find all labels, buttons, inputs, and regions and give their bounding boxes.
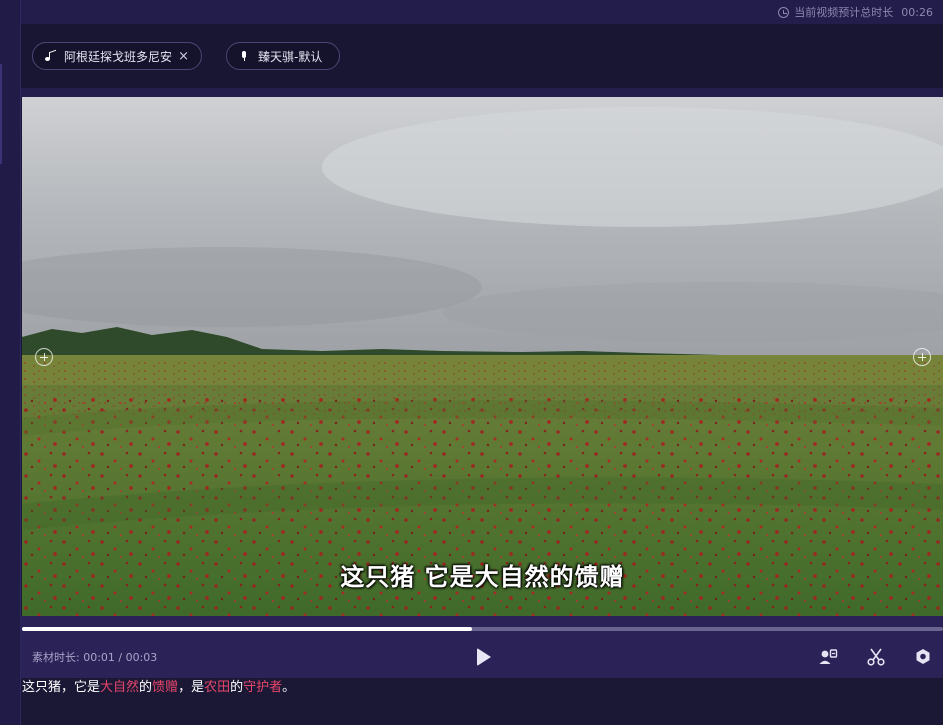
microphone-icon [239, 51, 249, 61]
caption-text: 这只猪，它是 [22, 680, 101, 695]
video-preview[interactable]: 这只猪 它是大自然的馈赠 [22, 97, 943, 616]
video-frame [22, 97, 943, 616]
caption-keyword[interactable]: 农田 [204, 680, 230, 695]
estimated-duration-label: 当前视频预计总时长 [794, 6, 894, 19]
estimated-duration-value: 00:26 [901, 5, 933, 19]
close-icon[interactable]: × [178, 49, 189, 64]
section-divider [21, 88, 943, 97]
caption-keyword[interactable]: 守护者 [243, 680, 282, 695]
music-chip[interactable]: 阿根廷探戈班多尼安 × [32, 42, 202, 70]
cut-button[interactable] [866, 647, 886, 667]
progress-area [21, 616, 943, 638]
progress-fill [22, 627, 473, 631]
voice-chip-label: 臻天骐-默认 [258, 49, 323, 64]
insert-before-button[interactable] [35, 348, 53, 366]
caption-text: 的 [230, 680, 244, 695]
top-bar: 当前视频预计总时长 00:26 [21, 0, 943, 24]
audio-chip-bar: 阿根廷探戈班多尼安 × 臻天骐-默认 [21, 24, 943, 88]
editor-app: 当前视频预计总时长 00:26 阿根廷探戈班多尼安 × 臻天骐-默认 这只猪 它… [0, 0, 943, 725]
gear-icon [916, 649, 930, 664]
caption-text: ，是 [178, 680, 205, 695]
avatar-replace-button[interactable] [818, 647, 838, 667]
rail-indicator [0, 64, 2, 164]
player-controls: 素材时长: 00:01 / 00:03 [21, 638, 943, 678]
clock-icon [778, 6, 790, 18]
insert-after-button[interactable] [913, 348, 931, 366]
music-note-icon [45, 51, 55, 61]
caption-keyword[interactable]: 馈赠 [152, 680, 178, 695]
voice-chip[interactable]: 臻天骐-默认 [226, 42, 340, 70]
music-chip-label: 阿根廷探戈班多尼安 [64, 49, 173, 64]
progress-track[interactable] [22, 627, 943, 631]
scissors-icon [867, 648, 885, 666]
left-rail [0, 0, 21, 725]
video-subtitle: 这只猪 它是大自然的馈赠 [340, 563, 625, 591]
caption-keyword[interactable]: 大自然 [100, 680, 139, 695]
person-swap-icon [819, 649, 838, 664]
script-caption[interactable]: 这只猪，它是大自然的馈赠，是农田的守护者。 [22, 679, 943, 697]
settings-button[interactable] [913, 647, 933, 667]
caption-text: 。 [282, 680, 296, 695]
clip-duration-label: 素材时长: 00:01 / 00:03 [32, 651, 158, 664]
caption-text: 的 [139, 680, 153, 695]
play-button[interactable] [474, 647, 492, 667]
